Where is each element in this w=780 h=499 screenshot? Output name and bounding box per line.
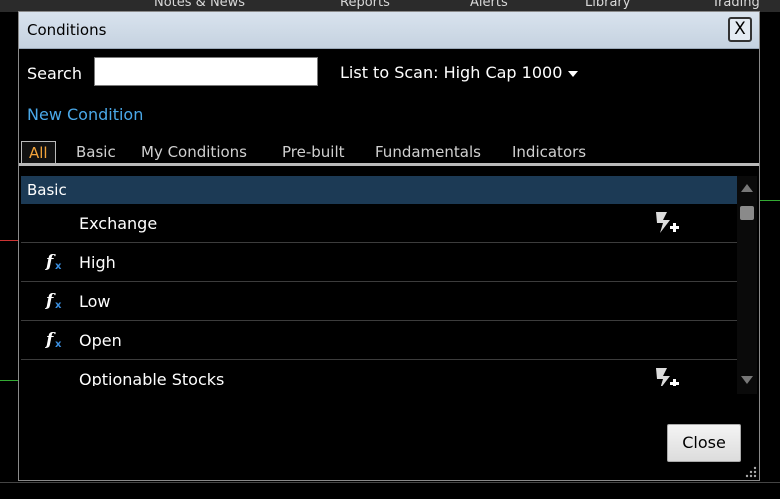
bg-menu-library: Library xyxy=(585,0,631,10)
tab-basic[interactable]: Basic xyxy=(69,141,123,164)
list-item-low[interactable]: f x Low xyxy=(21,282,737,321)
add-condition-icon[interactable] xyxy=(653,365,681,386)
function-icon: f x xyxy=(45,252,62,272)
list-item-high[interactable]: f x High xyxy=(21,243,737,282)
tab-divider xyxy=(19,163,759,166)
list-item-label: Exchange xyxy=(79,214,158,233)
resize-grip-icon[interactable] xyxy=(743,464,757,478)
scroll-thumb[interactable] xyxy=(740,206,754,220)
list-item-open[interactable]: f x Open xyxy=(21,321,737,360)
list-item-optionable-stocks[interactable]: Optionable Stocks xyxy=(21,360,737,386)
group-header-basic[interactable]: Basic xyxy=(21,176,737,204)
bg-chart-line xyxy=(760,200,780,201)
bg-menu-alerts: Alerts xyxy=(470,0,508,10)
tab-my-conditions[interactable]: My Conditions xyxy=(134,141,254,164)
background-left-panel xyxy=(0,12,18,498)
condition-tabs: All Basic My Conditions Pre-built Fundam… xyxy=(21,141,757,165)
scroll-down-icon[interactable] xyxy=(741,376,753,384)
scroll-up-icon[interactable] xyxy=(741,184,753,192)
bg-menu-notes-news: Notes & News xyxy=(154,0,246,10)
bg-menu-reports: Reports xyxy=(340,0,390,10)
function-icon: f x xyxy=(45,330,62,350)
svg-text:x: x xyxy=(55,339,62,350)
background-status-bar xyxy=(0,482,780,499)
list-item-label: Open xyxy=(79,331,122,350)
tab-fundamentals[interactable]: Fundamentals xyxy=(368,141,488,164)
conditions-dialog: Conditions X Search List to Scan: High C… xyxy=(18,11,760,481)
tab-indicators[interactable]: Indicators xyxy=(505,141,593,164)
close-button[interactable]: Close xyxy=(667,424,741,462)
list-scrollbar[interactable] xyxy=(737,176,757,394)
svg-text:x: x xyxy=(55,300,62,311)
close-x-button[interactable]: X xyxy=(728,17,752,42)
list-item-label: High xyxy=(79,253,116,272)
list-item-label: Optionable Stocks xyxy=(79,370,225,386)
new-condition-link[interactable]: New Condition xyxy=(27,105,143,124)
tab-all[interactable]: All xyxy=(21,141,56,165)
chevron-down-icon xyxy=(568,70,579,77)
svg-text:x: x xyxy=(55,261,62,272)
search-label: Search xyxy=(27,64,82,83)
search-input[interactable] xyxy=(94,57,318,86)
add-condition-icon[interactable] xyxy=(653,209,681,235)
bg-menu-trading: Trading xyxy=(712,0,760,10)
bg-chart-line xyxy=(0,380,18,381)
function-icon: f x xyxy=(45,291,62,311)
tab-pre-built[interactable]: Pre-built xyxy=(275,141,352,164)
list-to-scan-label: List to Scan: High Cap 1000 xyxy=(340,63,563,82)
background-right-panel xyxy=(760,12,780,498)
dialog-title-bar[interactable]: Conditions X xyxy=(19,12,759,49)
list-item-label: Low xyxy=(79,292,111,311)
bg-chart-line xyxy=(0,240,18,241)
list-to-scan-dropdown[interactable]: List to Scan: High Cap 1000 xyxy=(340,63,579,82)
list-item-exchange[interactable]: Exchange xyxy=(21,204,737,243)
dialog-title: Conditions xyxy=(27,21,107,39)
conditions-list: Basic Exchange f x High f x Low f x Open… xyxy=(21,176,737,386)
